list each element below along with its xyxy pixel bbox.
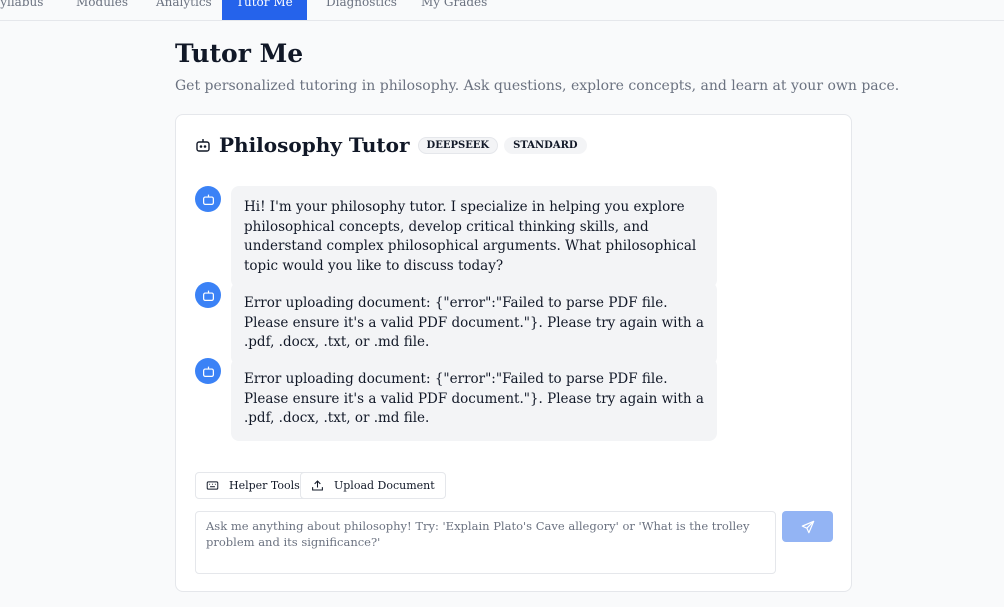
tab-tutor-me[interactable]: Tutor Me — [222, 0, 307, 20]
message-input[interactable] — [195, 511, 776, 574]
tab-syllabus[interactable]: Syllabus — [0, 0, 43, 20]
send-button[interactable] — [782, 511, 833, 542]
model-badge: DEEPSEEK — [417, 136, 499, 154]
tab-diagnostics[interactable]: Diagnostics — [326, 0, 397, 20]
top-nav: Syllabus Modules Analytics Tutor Me Diag… — [0, 0, 1004, 21]
message-bubble: Error uploading document: {"error":"Fail… — [231, 358, 717, 441]
page-title: Tutor Me — [175, 39, 304, 68]
bot-icon — [195, 137, 211, 153]
tutor-card: Philosophy Tutor DEEPSEEK STANDARD Hi! I… — [175, 114, 852, 592]
tutor-header: Philosophy Tutor DEEPSEEK STANDARD — [195, 133, 593, 157]
tab-analytics[interactable]: Analytics — [156, 0, 212, 20]
keyboard-icon — [206, 479, 229, 492]
chat-message: Hi! I'm your philosophy tutor. I special… — [195, 186, 717, 288]
helper-tools-label: Helper Tools — [229, 479, 300, 492]
bot-avatar-icon — [195, 358, 221, 384]
message-bubble: Hi! I'm your philosophy tutor. I special… — [231, 186, 717, 288]
page-subtitle: Get personalized tutoring in philosophy.… — [175, 78, 900, 94]
chat-message: Error uploading document: {"error":"Fail… — [195, 358, 717, 441]
chat-message: Error uploading document: {"error":"Fail… — [195, 282, 717, 365]
helper-tools-button[interactable]: Helper Tools — [195, 472, 311, 499]
tab-modules[interactable]: Modules — [76, 0, 128, 20]
upload-icon — [311, 479, 334, 492]
upload-document-label: Upload Document — [334, 479, 435, 492]
mode-badge: STANDARD — [504, 136, 587, 154]
tab-my-grades[interactable]: My Grades — [421, 0, 487, 20]
send-icon — [801, 520, 815, 534]
bot-avatar-icon — [195, 282, 221, 308]
message-bubble: Error uploading document: {"error":"Fail… — [231, 282, 717, 365]
tutor-title: Philosophy Tutor — [219, 133, 410, 157]
upload-document-button[interactable]: Upload Document — [300, 472, 446, 499]
bot-avatar-icon — [195, 186, 221, 212]
